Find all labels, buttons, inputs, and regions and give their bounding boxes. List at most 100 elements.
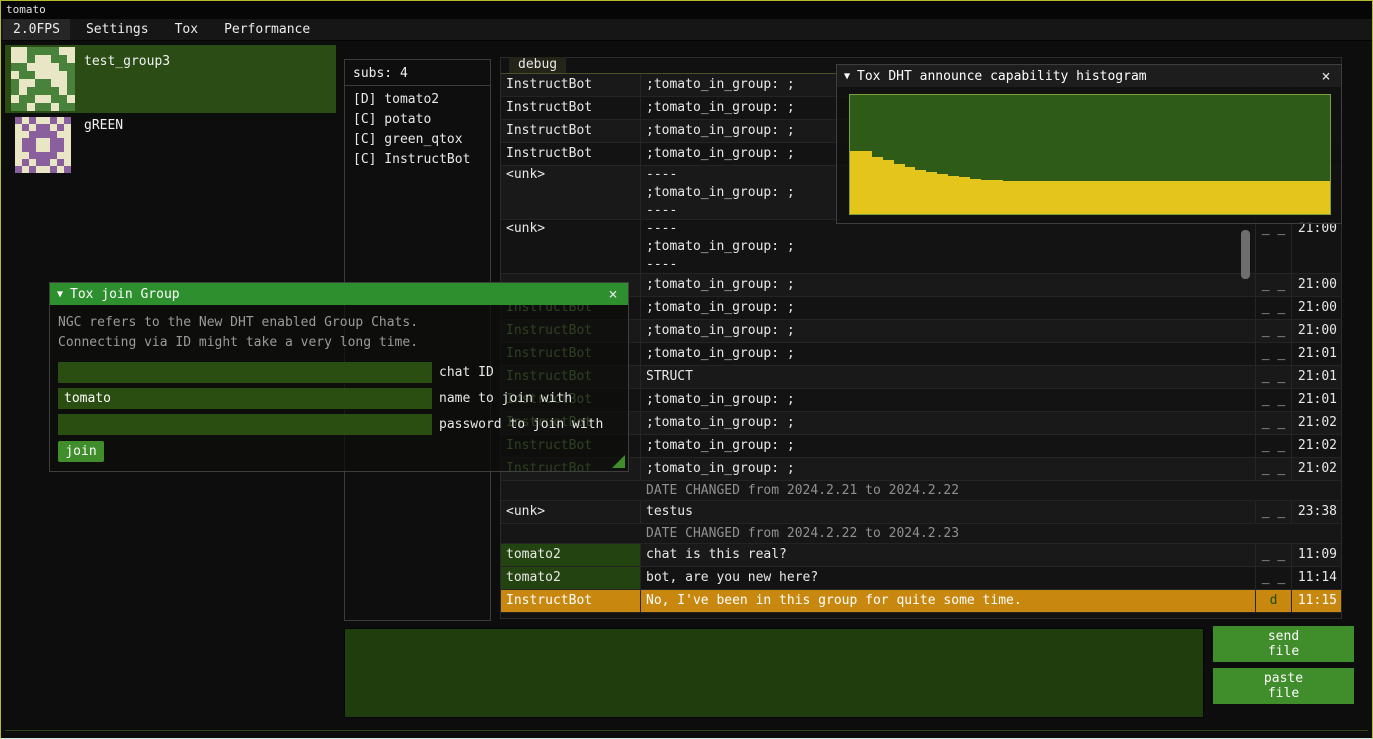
message-row[interactable]: <unk>---- ;tomato_in_group: ; ----_ _21:… — [501, 220, 1341, 274]
collapse-arrow-icon[interactable]: ▼ — [57, 289, 63, 300]
join-password-label: password to join with — [439, 417, 603, 432]
join-name-label: name to join with — [439, 391, 572, 406]
sidebar-item-test_group3[interactable]: test_group3 — [5, 45, 336, 113]
message-status-flags: _ _ — [1255, 567, 1291, 589]
message-text: No, I've been in this group for quite so… — [641, 590, 1255, 612]
subs-header: subs: 4 — [345, 60, 490, 86]
resize-grip[interactable] — [612, 455, 625, 468]
histogram-bar — [948, 176, 959, 214]
message-timestamp: 21:00 — [1291, 274, 1341, 296]
message-status-flags: _ _ — [1255, 320, 1291, 342]
histogram-bar — [937, 174, 948, 214]
message-sender: <unk> — [501, 501, 641, 523]
histogram-bar — [872, 157, 883, 214]
message-status-flags: _ _ — [1255, 366, 1291, 388]
histogram-bar — [1101, 181, 1112, 214]
join-password-input[interactable] — [58, 414, 432, 435]
join-name-input[interactable]: tomato — [58, 388, 432, 409]
chat-id-input[interactable] — [58, 362, 432, 383]
subs-list-item[interactable]: [C] green_qtox — [345, 130, 490, 150]
message-sender: tomato2 — [501, 567, 641, 589]
paste-file-button[interactable]: paste file — [1213, 668, 1354, 704]
histogram-bar — [981, 180, 992, 215]
histogram-bar — [1232, 181, 1243, 214]
tab-debug[interactable]: debug — [509, 57, 566, 73]
histogram-bar — [1177, 181, 1188, 214]
histogram-bar — [850, 151, 861, 214]
message-row[interactable]: InstructBotNo, I've been in this group f… — [501, 590, 1341, 613]
message-text: ;tomato_in_group: ; — [641, 458, 1255, 480]
menu-item-settings[interactable]: Settings — [76, 19, 159, 40]
histogram-bar — [959, 177, 970, 214]
message-row[interactable]: tomato2bot, are you new here?_ _11:14 — [501, 567, 1341, 590]
message-status-flags: _ _ — [1255, 343, 1291, 365]
join-button[interactable]: join — [58, 441, 104, 462]
histogram-bar — [1123, 181, 1134, 214]
subs-list-item[interactable]: [C] InstructBot — [345, 150, 490, 170]
date-separator-row: DATE CHANGED from 2024.2.21 to 2024.2.22 — [501, 481, 1341, 501]
message-status-flags: _ _ — [1255, 220, 1291, 273]
collapse-arrow-icon[interactable]: ▼ — [844, 71, 850, 82]
histogram-bar — [992, 180, 1003, 214]
histogram-bar — [1046, 181, 1057, 214]
message-timestamp: 21:00 — [1291, 320, 1341, 342]
message-text: chat is this real? — [641, 544, 1255, 566]
histogram-bar — [1035, 181, 1046, 214]
subs-list-item[interactable]: [C] potato — [345, 110, 490, 130]
close-icon[interactable]: × — [605, 285, 621, 303]
message-status-flags: _ _ — [1255, 501, 1291, 523]
histogram-bar — [1155, 181, 1166, 214]
menu-item-tox[interactable]: Tox — [165, 19, 208, 40]
message-text: ;tomato_in_group: ; — [641, 389, 1255, 411]
message-text: ;tomato_in_group: ; — [641, 320, 1255, 342]
message-sender: InstructBot — [501, 74, 641, 96]
group-avatar — [15, 117, 71, 173]
paste-file-label: paste file — [1260, 671, 1308, 701]
message-row[interactable]: tomato2chat is this real?_ _11:09 — [501, 544, 1341, 567]
message-timestamp: 21:01 — [1291, 343, 1341, 365]
histogram-bar — [1166, 181, 1177, 214]
group-name: test_group3 — [84, 54, 170, 69]
message-input[interactable] — [344, 628, 1204, 718]
main-window-bottom-border — [5, 730, 1368, 731]
histogram-bar — [1057, 181, 1068, 214]
histogram-bar — [1199, 181, 1210, 214]
message-text: testus — [641, 501, 1255, 523]
os-titlebar[interactable]: tomato — [1, 1, 1372, 19]
message-timestamp: 21:00 — [1291, 297, 1341, 319]
chat-scrollbar-thumb[interactable] — [1241, 230, 1250, 279]
dht-histogram-titlebar[interactable]: ▼ Tox DHT announce capability histogram … — [837, 65, 1341, 87]
join-group-titlebar[interactable]: ▼ Tox join Group × — [50, 283, 628, 305]
message-sender: InstructBot — [501, 120, 641, 142]
message-text: ;tomato_in_group: ; — [641, 412, 1255, 434]
menubar: 2.0FPS Settings Tox Performance — [1, 19, 1372, 41]
histogram-bar — [1297, 181, 1308, 214]
send-file-button[interactable]: send file — [1213, 626, 1354, 662]
close-icon[interactable]: × — [1318, 67, 1334, 85]
histogram-bar — [1210, 181, 1221, 214]
message-timestamp: 21:00 — [1291, 220, 1341, 273]
message-status-flags: _ _ — [1255, 435, 1291, 457]
message-status-flags: _ _ — [1255, 274, 1291, 296]
message-timestamp: 21:02 — [1291, 435, 1341, 457]
dht-histogram-window: ▼ Tox DHT announce capability histogram … — [836, 64, 1342, 224]
join-info-line-1: NGC refers to the New DHT enabled Group … — [58, 313, 620, 333]
histogram-bar — [1275, 181, 1286, 214]
sidebar-item-gREEN[interactable]: gREEN — [5, 113, 336, 175]
histogram-bar — [1144, 181, 1155, 214]
message-status-flags: _ _ — [1255, 412, 1291, 434]
histogram-bar — [883, 160, 894, 214]
message-sender: InstructBot — [501, 590, 641, 612]
histogram-bar — [861, 151, 872, 214]
message-text: ---- ;tomato_in_group: ; ---- — [641, 220, 1255, 273]
message-timestamp: 21:02 — [1291, 412, 1341, 434]
message-text: ;tomato_in_group: ; — [641, 297, 1255, 319]
menu-item-performance[interactable]: Performance — [214, 19, 320, 40]
window-title: tomato — [6, 3, 46, 16]
message-sender: InstructBot — [501, 97, 641, 119]
subs-list-item[interactable]: [D] tomato2 — [345, 90, 490, 110]
histogram-bar — [1308, 181, 1319, 214]
histogram-bar — [894, 164, 905, 214]
menu-item-2.0fps[interactable]: 2.0FPS — [3, 19, 70, 40]
message-row[interactable]: <unk>testus_ _23:38 — [501, 501, 1341, 524]
